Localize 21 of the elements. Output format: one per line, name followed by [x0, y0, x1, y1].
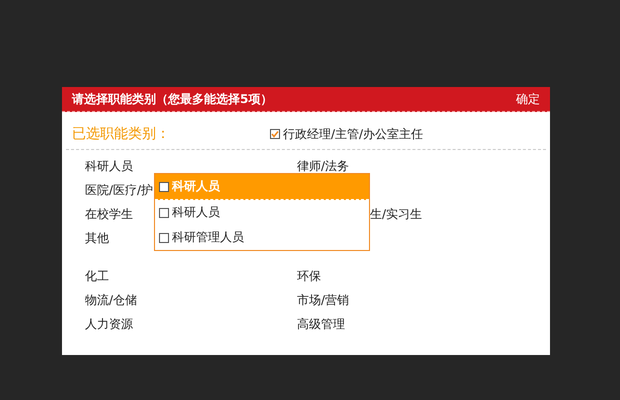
suggestion-item[interactable]: 科研人员 [155, 200, 369, 225]
checkbox[interactable] [159, 208, 169, 218]
checkbox[interactable] [270, 129, 280, 139]
selected-item[interactable]: 行政经理/主管/办公室主任 [283, 126, 424, 142]
dialog-title: 请选择职能类别（您最多能选择5项） [72, 90, 272, 108]
checkbox[interactable] [159, 182, 169, 192]
category-item[interactable]: 律师/法务 [297, 159, 350, 173]
checkbox[interactable] [159, 232, 169, 242]
category-item[interactable]: 科研人员 [85, 159, 133, 173]
category-item[interactable]: 医院/医疗/护 [85, 183, 154, 197]
category-item[interactable]: 其他 [85, 231, 109, 245]
category-item[interactable]: 高级管理 [297, 317, 345, 331]
category-item[interactable]: 人力资源 [85, 317, 133, 331]
category-item[interactable]: 环保 [297, 269, 321, 283]
selected-label: 已选职能类别： [72, 125, 171, 143]
category-item[interactable]: 市场/营销 [297, 293, 350, 307]
category-item[interactable]: 在校学生 [85, 207, 133, 221]
category-item[interactable]: 物流/仓储 [85, 293, 138, 307]
category-item[interactable]: 化工 [85, 269, 109, 283]
confirm-link[interactable]: 确定 [516, 90, 540, 108]
suggestion-item[interactable]: 科研管理人员 [155, 225, 369, 250]
